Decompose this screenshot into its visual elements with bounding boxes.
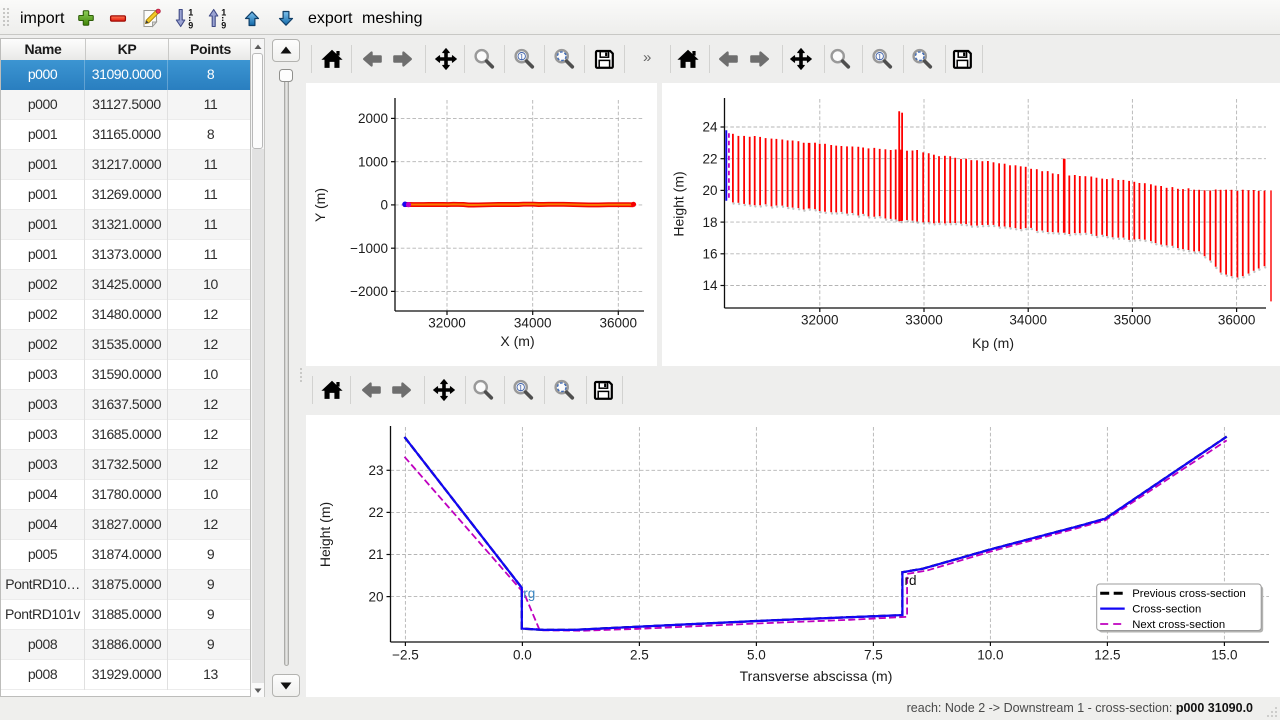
svg-text:Next cross-section: Next cross-section bbox=[1132, 619, 1225, 631]
svg-text:Height (m): Height (m) bbox=[671, 171, 687, 236]
svg-text:0: 0 bbox=[380, 198, 388, 213]
svg-text:10.0: 10.0 bbox=[977, 648, 1003, 663]
svg-text:5.0: 5.0 bbox=[747, 648, 766, 663]
svg-text:Transverse abscissa (m): Transverse abscissa (m) bbox=[740, 668, 893, 684]
svg-text:−2000: −2000 bbox=[350, 284, 388, 299]
svg-text:23: 23 bbox=[368, 463, 383, 478]
svg-text:2.5: 2.5 bbox=[630, 648, 649, 663]
svg-text:Y (m): Y (m) bbox=[312, 188, 328, 222]
svg-text:2000: 2000 bbox=[358, 111, 388, 126]
svg-text:16: 16 bbox=[702, 247, 717, 262]
svg-text:15.0: 15.0 bbox=[1211, 648, 1237, 663]
svg-text:33000: 33000 bbox=[905, 313, 943, 328]
svg-text:12.5: 12.5 bbox=[1094, 648, 1120, 663]
svg-text:34000: 34000 bbox=[1009, 313, 1047, 328]
svg-text:20: 20 bbox=[368, 589, 383, 604]
svg-text:14: 14 bbox=[702, 278, 718, 293]
svg-text:Cross-section: Cross-section bbox=[1132, 604, 1201, 616]
svg-text:36000: 36000 bbox=[600, 316, 638, 331]
svg-text:22: 22 bbox=[702, 151, 717, 166]
svg-text:22: 22 bbox=[368, 505, 383, 520]
svg-text:Previous cross-section: Previous cross-section bbox=[1132, 588, 1246, 600]
svg-text:Kp (m): Kp (m) bbox=[972, 335, 1014, 351]
svg-text:Height (m): Height (m) bbox=[317, 502, 333, 567]
svg-text:−1000: −1000 bbox=[350, 241, 388, 256]
svg-text:34000: 34000 bbox=[514, 316, 552, 331]
svg-text:36000: 36000 bbox=[1218, 313, 1256, 328]
svg-text:20: 20 bbox=[702, 183, 717, 198]
svg-text:24: 24 bbox=[702, 120, 718, 135]
svg-text:0.0: 0.0 bbox=[513, 648, 532, 663]
svg-text:32000: 32000 bbox=[428, 316, 466, 331]
svg-text:X (m): X (m) bbox=[500, 333, 534, 349]
svg-text:rd: rd bbox=[905, 573, 917, 588]
svg-text:rg: rg bbox=[523, 586, 535, 601]
svg-text:32000: 32000 bbox=[801, 313, 839, 328]
svg-text:−2.5: −2.5 bbox=[392, 648, 419, 663]
svg-text:1000: 1000 bbox=[358, 154, 388, 169]
svg-text:7.5: 7.5 bbox=[864, 648, 883, 663]
svg-text:35000: 35000 bbox=[1114, 313, 1152, 328]
svg-text:18: 18 bbox=[702, 215, 717, 230]
svg-text:21: 21 bbox=[368, 547, 383, 562]
